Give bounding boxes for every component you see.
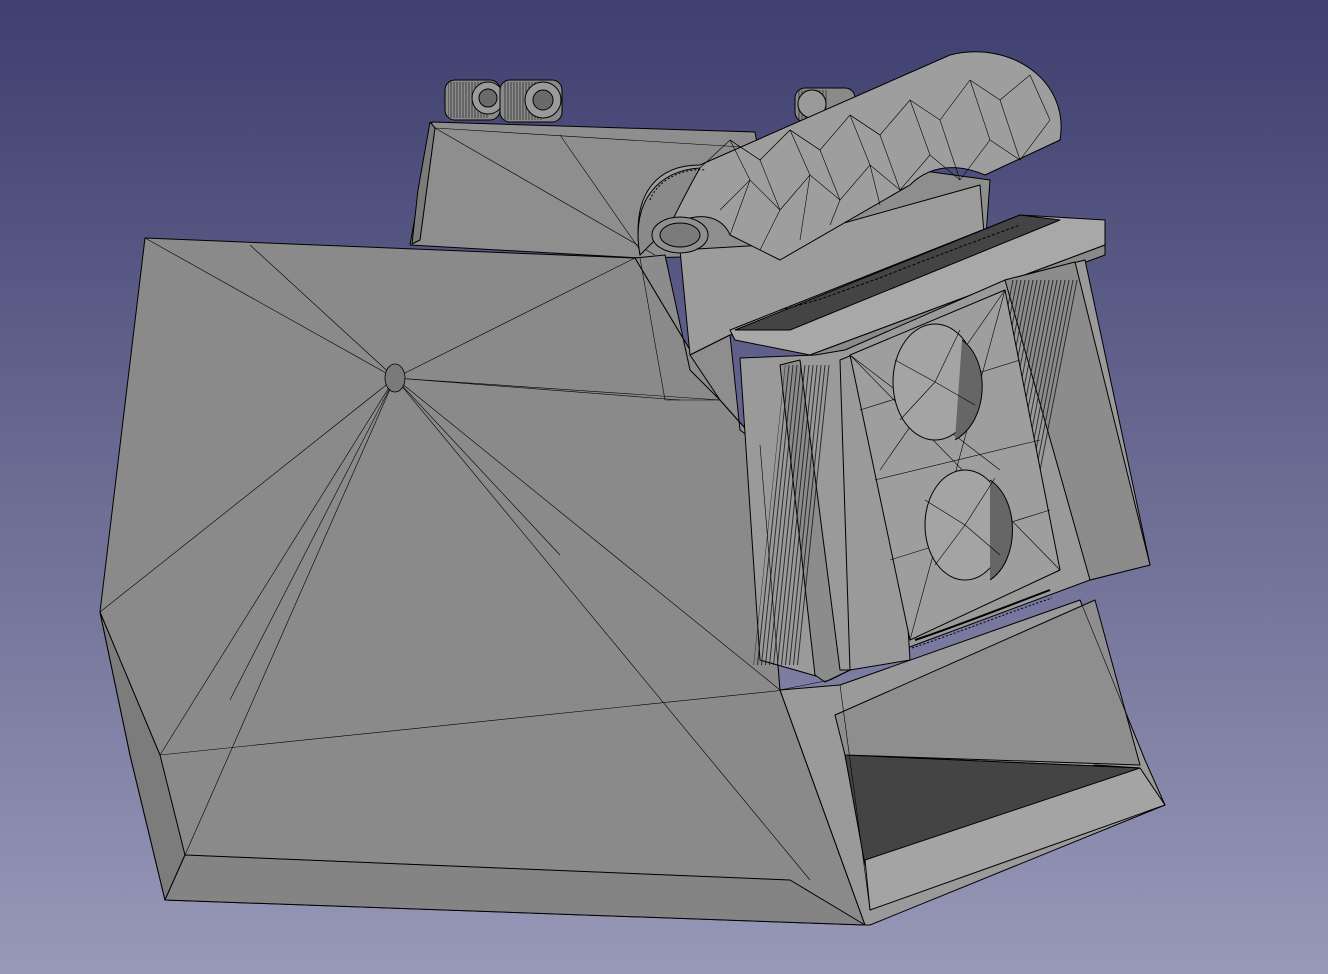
3d-viewport[interactable]	[0, 0, 1328, 974]
bolt-left-2	[499, 79, 563, 123]
mesh-model	[99, 51, 1166, 926]
bolt-left-1	[444, 79, 505, 121]
